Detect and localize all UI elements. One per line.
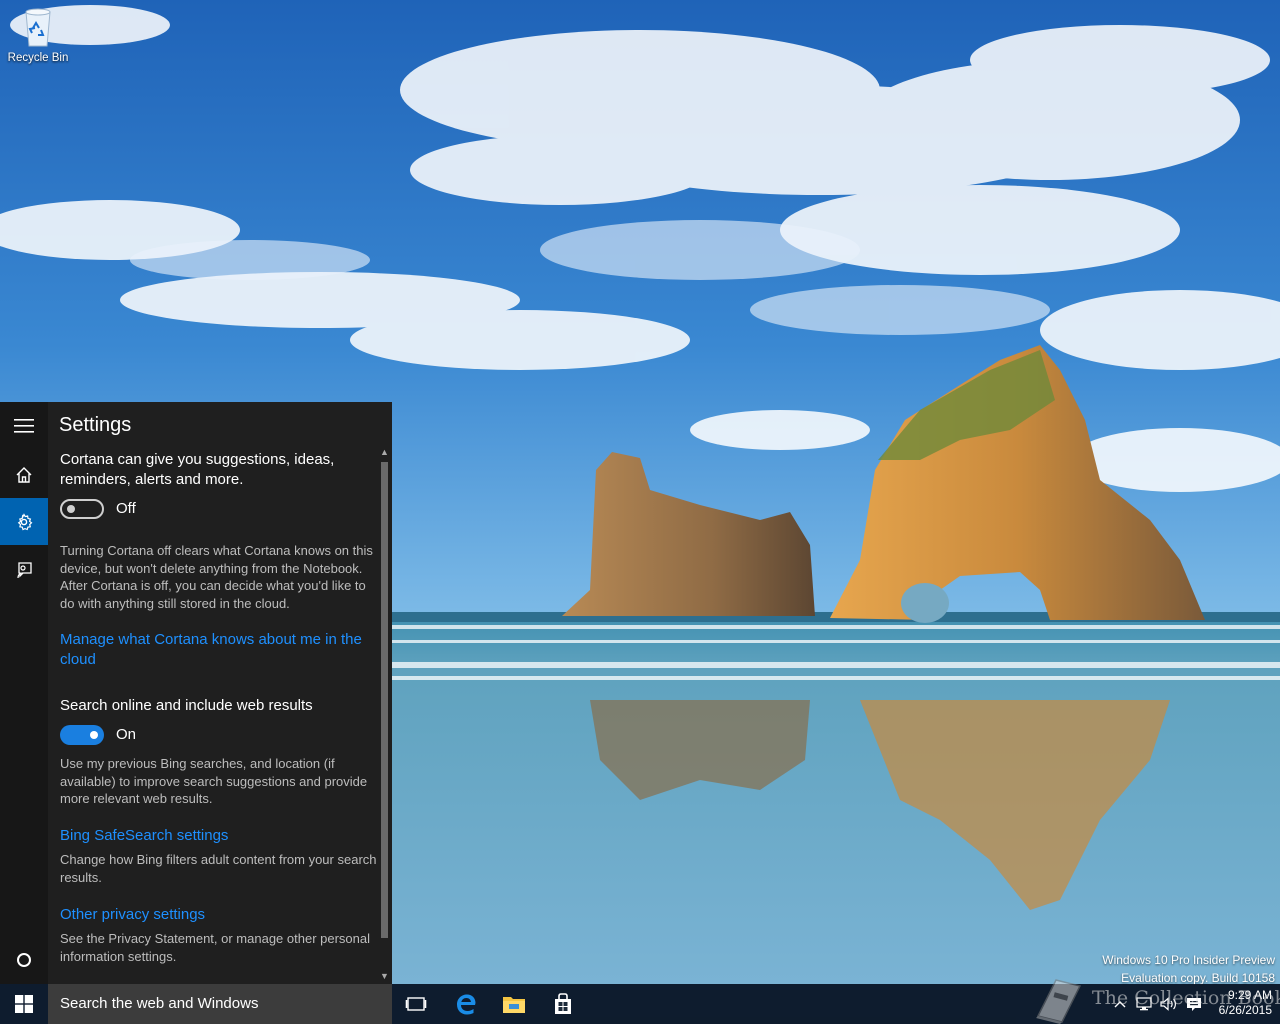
home-icon: [16, 466, 32, 483]
feedback-icon: [17, 561, 32, 578]
taskbar-search-box[interactable]: Search the web and Windows: [48, 984, 392, 1024]
chevron-up-icon: [1114, 1001, 1126, 1008]
gear-icon: [17, 512, 33, 530]
task-view-button[interactable]: [392, 984, 440, 1024]
watermark-edition: Windows 10 Pro Insider Preview: [1102, 953, 1275, 967]
settings-button[interactable]: [0, 498, 48, 545]
action-center-button[interactable]: [1182, 984, 1206, 1024]
toggle-knob: [67, 505, 75, 513]
manage-cortana-cloud-link[interactable]: Manage what Cortana knows about me in th…: [60, 630, 372, 670]
feedback-button[interactable]: [0, 546, 48, 593]
bing-safesearch-link[interactable]: Bing SafeSearch settings: [60, 826, 370, 846]
web-search-description: Use my previous Bing searches, and locat…: [60, 756, 368, 806]
privacy-description: See the Privacy Statement, or manage oth…: [60, 931, 371, 964]
edge-icon: [457, 994, 476, 1015]
web-search-heading: Search online and include web results: [60, 697, 313, 714]
web-search-toggle[interactable]: [60, 725, 104, 745]
store-icon: [555, 993, 571, 1014]
cortana-settings-panel: Settings Cortana can give you suggestion…: [0, 402, 392, 984]
other-privacy-settings-link[interactable]: Other privacy settings: [60, 905, 370, 925]
safesearch-description: Change how Bing filters adult content fr…: [60, 852, 377, 885]
scroll-up-icon[interactable]: ▲: [379, 446, 390, 458]
system-clock[interactable]: 9:29 AM 6/26/2015: [1219, 988, 1272, 1018]
volume-button[interactable]: [1156, 984, 1182, 1024]
network-icon: [1136, 997, 1152, 1011]
store-button[interactable]: [539, 984, 587, 1024]
cortana-suggestions-heading: Cortana can give you suggestions, ideas,…: [60, 451, 335, 488]
task-view-icon: [405, 997, 427, 1011]
cortana-off-description: Turning Cortana off clears what Cortana …: [60, 543, 373, 611]
build-watermark: Windows 10 Pro Insider Preview Evaluatio…: [1102, 951, 1275, 987]
panel-scrollbar[interactable]: ▲ ▼: [379, 446, 390, 984]
taskbar: Search the web and Windows 9:29 AM 6/26/…: [0, 984, 1280, 1024]
scroll-down-icon[interactable]: ▼: [379, 970, 390, 982]
clock-time: 9:29 AM: [1227, 988, 1272, 1002]
windows-logo-icon: [15, 995, 33, 1013]
scroll-thumb[interactable]: [381, 462, 388, 938]
edge-button[interactable]: [442, 984, 490, 1024]
cortana-suggestions-toggle[interactable]: [60, 499, 104, 519]
cortana-suggestions-toggle-label: Off: [116, 500, 136, 517]
toggle-knob: [90, 731, 98, 739]
network-button[interactable]: [1132, 984, 1156, 1024]
volume-icon: [1160, 997, 1176, 1011]
start-button[interactable]: [0, 984, 48, 1024]
cortana-nav-rail: [0, 402, 48, 984]
web-search-toggle-label: On: [116, 726, 137, 743]
hamburger-menu-button[interactable]: [0, 402, 48, 449]
recycle-bin-icon: [25, 8, 51, 47]
recycle-bin-label: Recycle Bin: [7, 52, 69, 64]
cortana-circle-icon: [17, 952, 31, 967]
file-explorer-button[interactable]: [490, 984, 538, 1024]
action-center-icon: [1187, 997, 1201, 1011]
show-hidden-icons-button[interactable]: [1108, 984, 1132, 1024]
file-explorer-icon: [503, 997, 525, 1013]
hamburger-menu-icon: [14, 418, 34, 433]
page-title: Settings: [59, 414, 132, 436]
home-button[interactable]: [0, 451, 48, 498]
clock-date: 6/26/2015: [1218, 1003, 1272, 1017]
recycle-bin-shortcut[interactable]: Recycle Bin: [4, 6, 72, 76]
cortana-button[interactable]: [0, 936, 48, 983]
